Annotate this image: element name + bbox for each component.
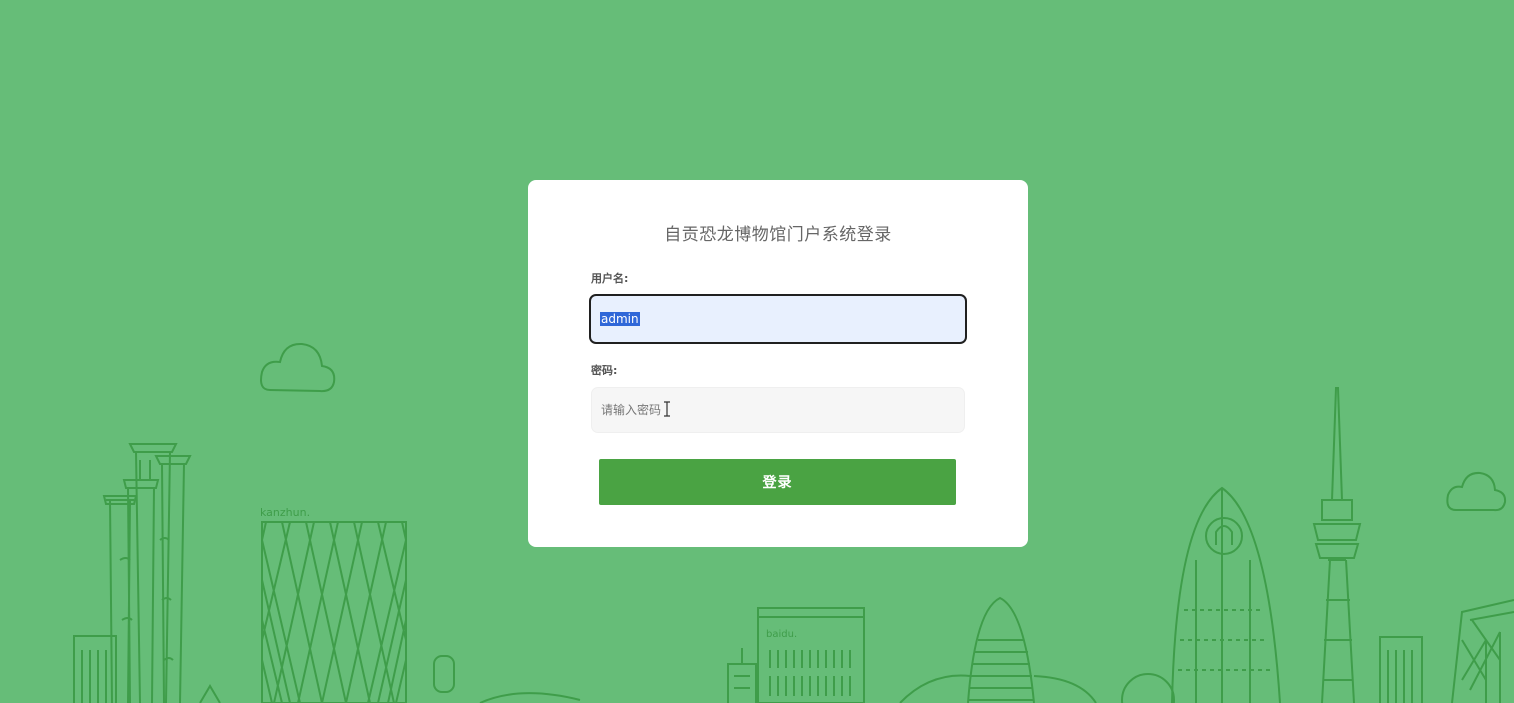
sign-baidu: baidu. bbox=[766, 629, 797, 640]
leaf-tower bbox=[899, 596, 1097, 703]
login-card: 自贡恐龙博物馆门户系统登录 用户名: admin 密码: 登录 bbox=[528, 180, 1028, 547]
cctv-building bbox=[1451, 599, 1514, 703]
capsule-structure bbox=[433, 655, 455, 693]
cloud-right bbox=[1446, 471, 1507, 512]
login-button[interactable]: 登录 bbox=[599, 459, 956, 505]
username-label: 用户名: bbox=[591, 272, 629, 285]
login-title: 自贡恐龙博物馆门户系统登录 bbox=[664, 225, 892, 245]
password-label: 密码: bbox=[591, 364, 618, 377]
password-input[interactable] bbox=[591, 387, 965, 433]
tower-cluster-left bbox=[102, 443, 192, 703]
username-value: admin bbox=[600, 312, 640, 326]
office-building-center bbox=[727, 607, 865, 703]
tent-roof bbox=[199, 684, 221, 703]
sign-kanzhun: kanzhun. bbox=[260, 506, 310, 519]
arch-tower bbox=[1121, 486, 1281, 703]
text-cursor-icon bbox=[664, 401, 670, 417]
building-right-small bbox=[1379, 636, 1423, 703]
building-left-small bbox=[73, 635, 117, 703]
cloud-left bbox=[260, 342, 336, 393]
lattice-building bbox=[261, 521, 407, 703]
username-input[interactable]: admin bbox=[589, 294, 967, 344]
tv-tower bbox=[1312, 387, 1362, 703]
